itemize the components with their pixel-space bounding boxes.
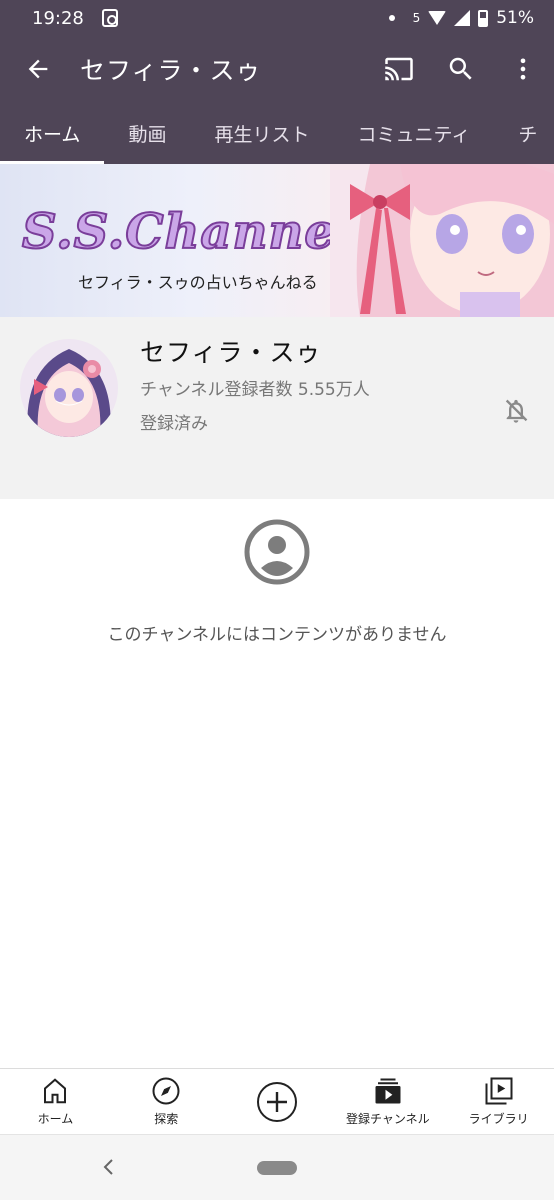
notifications-off-icon <box>505 399 528 423</box>
nav-library-label: ライブラリ <box>468 1112 529 1126</box>
channel-tabs: ホーム 動画 再生リスト コミュニティ チ <box>0 102 554 164</box>
channel-info: セフィラ・スゥ チャンネル登録者数 5.55万人 登録済み <box>0 317 554 499</box>
wifi-icon <box>428 11 447 25</box>
banner-character-art <box>330 164 554 317</box>
nav-subscriptions[interactable]: 登録チャンネル <box>332 1069 443 1134</box>
nav-explore-label: 探索 <box>154 1112 179 1126</box>
channel-avatar[interactable] <box>20 339 118 437</box>
tab-home[interactable]: ホーム <box>0 102 105 164</box>
explore-icon <box>152 1077 180 1105</box>
nav-home[interactable]: ホーム <box>0 1069 111 1134</box>
nav-home-label: ホーム <box>37 1112 74 1126</box>
tab-videos[interactable]: 動画 <box>104 102 190 164</box>
account-circle-icon <box>244 519 310 585</box>
home-icon <box>44 1078 67 1104</box>
nav-explore[interactable]: 探索 <box>111 1069 222 1134</box>
channel-banner: S.S.Channel セフィラ・スゥの占いちゃんねる <box>0 164 554 317</box>
app-bar-title: セフィラ・スゥ <box>80 56 262 85</box>
tab-channels[interactable]: チ <box>494 102 554 164</box>
battery-percent: 51% <box>496 8 534 28</box>
empty-state-message: このチャンネルにはコンテンツがありません <box>107 625 447 645</box>
system-back-button[interactable] <box>98 1155 120 1179</box>
library-icon <box>485 1077 513 1105</box>
more-options-button[interactable] <box>492 36 554 102</box>
banner-logo: S.S.Channel <box>21 203 356 261</box>
avatar-image <box>20 339 118 437</box>
banner-subtitle: セフィラ・スゥの占いちゃんねる <box>78 273 318 292</box>
chevron-left-icon <box>103 1159 113 1175</box>
bottom-navigation: ホーム 探索 登録チャンネル ライブラリ <box>0 1068 554 1134</box>
app-bar-actions <box>368 36 554 102</box>
app-bar: セフィラ・スゥ <box>0 36 554 102</box>
more-vert-icon <box>520 58 526 80</box>
system-navigation-bar <box>0 1134 554 1200</box>
status-time: 19:28 <box>32 7 84 29</box>
status-indicators: 5 51% <box>388 8 534 28</box>
tab-community[interactable]: コミュニティ <box>333 102 494 164</box>
data-indicator: 5 <box>412 11 421 25</box>
nav-subscriptions-label: 登録チャンネル <box>345 1112 430 1126</box>
search-icon <box>449 57 472 80</box>
notification-dot-icon <box>388 15 395 21</box>
system-home-pill[interactable] <box>257 1161 297 1175</box>
tab-playlists[interactable]: 再生リスト <box>190 102 333 164</box>
back-button[interactable] <box>0 36 76 102</box>
notification-icon <box>101 9 118 27</box>
notification-bell-button[interactable] <box>498 393 534 429</box>
cast-button[interactable] <box>368 36 430 102</box>
create-icon <box>256 1081 297 1122</box>
banner-logo-box: S.S.Channel セフィラ・スゥの占いちゃんねる <box>16 203 355 296</box>
search-button[interactable] <box>430 36 492 102</box>
nav-create[interactable] <box>222 1069 333 1134</box>
status-bar: 19:28 5 51% <box>0 0 554 36</box>
battery-icon <box>478 9 489 27</box>
nav-library[interactable]: ライブラリ <box>443 1069 554 1134</box>
subscription-status[interactable]: 登録済み <box>140 409 208 434</box>
channel-name: セフィラ・スゥ <box>140 338 322 367</box>
signal-icon <box>454 10 471 26</box>
subscriber-count: チャンネル登録者数 5.55万人 <box>140 380 370 400</box>
arrow-left-icon <box>28 59 48 79</box>
cast-icon <box>385 57 413 81</box>
subscriptions-icon <box>375 1078 401 1104</box>
